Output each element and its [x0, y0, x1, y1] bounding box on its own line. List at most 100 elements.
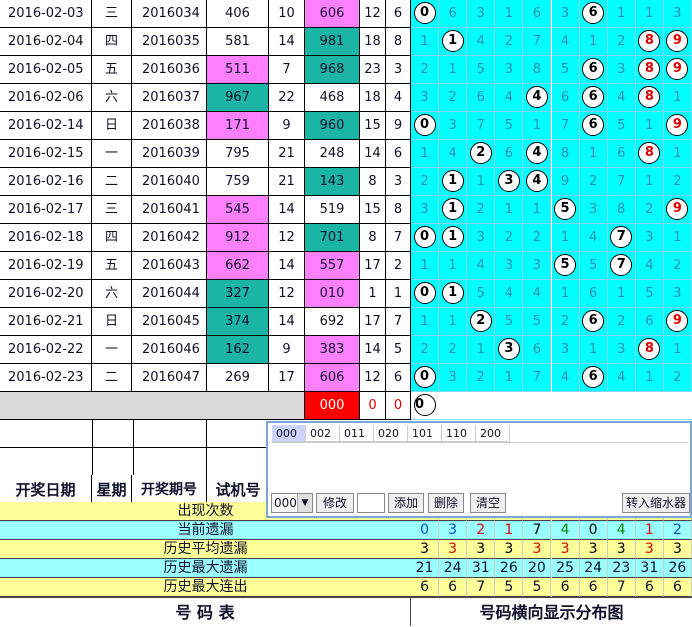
miss-count: 2	[476, 202, 485, 217]
dist-cell: 2	[663, 364, 692, 392]
add-button[interactable]: 添加	[388, 493, 424, 513]
row-trial-sum: 12	[269, 280, 305, 308]
hit-ball: 7	[610, 253, 633, 276]
miss-count: 1	[673, 342, 682, 357]
row-date: 2016-02-22	[0, 336, 92, 364]
delete-button[interactable]: 删除	[428, 493, 464, 513]
stats-value: 4	[607, 521, 636, 540]
row-sum: 15	[360, 196, 386, 224]
dist-cell: 4	[467, 252, 496, 280]
row-trial-sum: 14	[269, 196, 305, 224]
combo-select[interactable]: 000 ▼	[271, 493, 313, 513]
hit-ball: 8	[638, 85, 661, 108]
row-trial-sum: 21	[269, 168, 305, 196]
row-trial-sum: 22	[269, 84, 305, 112]
miss-count: 3	[448, 118, 457, 133]
dist-cell: 7	[467, 112, 496, 140]
row-issue: 2016044	[132, 280, 207, 308]
row-number: 143	[305, 168, 360, 196]
miss-count: 1	[617, 286, 626, 301]
combo-item[interactable]: 000	[272, 425, 306, 442]
shrink-button[interactable]: 转入缩水器	[622, 493, 690, 513]
stats-value: 3	[495, 540, 524, 559]
hit-ball: 6	[582, 309, 605, 332]
combo-item[interactable]: 110	[442, 425, 476, 442]
combo-item[interactable]: 002	[306, 425, 340, 442]
miss-count: 2	[448, 90, 457, 105]
table-row: 2016-02-21 日 2016045 374 14 692 17 7 1 1 2 5 5 2 6 2 6 9	[0, 308, 692, 336]
stats-row: 历史最大连出 6 6 7 5 5 6 6 7 6 6	[0, 578, 692, 597]
row-trial: 162	[207, 336, 269, 364]
dist-cell: 2	[663, 252, 692, 280]
dist-cell: 1	[607, 0, 636, 28]
dist-cell: 3	[551, 0, 580, 28]
stats-value: 7	[523, 521, 552, 540]
hit-ball: 1	[441, 225, 464, 248]
dist-cell: 6	[523, 0, 552, 28]
miss-count: 1	[589, 342, 598, 357]
hit-ball: 0	[413, 113, 436, 136]
row-date: 2016-02-18	[0, 224, 92, 252]
dist-cell: 9	[663, 308, 692, 336]
miss-count: 5	[504, 118, 513, 133]
row-sum: 8	[360, 168, 386, 196]
table-row: 2016-02-14 日 2016038 171 9 960 15 9 0 3 7 5 1 7 6 5 1 9	[0, 112, 692, 140]
miss-count: 1	[673, 146, 682, 161]
modify-button[interactable]: 修改	[316, 493, 354, 513]
row-issue: 2016047	[132, 364, 207, 392]
hit-ball: 6	[582, 113, 605, 136]
miss-count: 1	[504, 370, 513, 385]
miss-count: 3	[448, 370, 457, 385]
dist-cell: 5	[467, 56, 496, 84]
miss-count: 1	[476, 342, 485, 357]
row-span: 7	[386, 308, 411, 336]
miss-count: 3	[589, 202, 598, 217]
table-row: 2016-02-06 六 2016037 967 22 468 18 4 3 2 6 4 4 6 6 4 8 1	[0, 84, 692, 112]
dist-cell: 2	[467, 196, 496, 224]
miss-count: 5	[589, 258, 598, 273]
dist-cell: 9	[663, 196, 692, 224]
stats-value: 24	[579, 559, 608, 578]
miss-count: 2	[673, 174, 682, 189]
row-date: 2016-02-06	[0, 84, 92, 112]
row-date: 2016-02-20	[0, 280, 92, 308]
dist-cell: 0	[411, 224, 440, 252]
stats-value: 6	[439, 578, 468, 597]
chevron-down-icon[interactable]: ▼	[297, 494, 312, 512]
row-weekday: 日	[92, 112, 132, 140]
row-weekday: 日	[92, 308, 132, 336]
dist-cell: 1	[439, 28, 468, 56]
hit-ball: 6	[582, 57, 605, 80]
miss-count: 4	[504, 286, 513, 301]
miss-count: 1	[532, 118, 542, 133]
row-sum: 12	[360, 0, 386, 28]
dist-cell: 2	[607, 28, 636, 56]
combo-item[interactable]: 011	[340, 425, 374, 442]
miss-count: 6	[560, 90, 570, 105]
miss-count: 6	[448, 6, 457, 21]
dist-cell: 8	[635, 336, 664, 364]
dist-cell: 1	[551, 224, 580, 252]
miss-count: 7	[532, 34, 542, 49]
combo-item[interactable]: 020	[374, 425, 408, 442]
stats-value: 4	[551, 521, 580, 540]
combo-item[interactable]: 200	[476, 425, 510, 442]
dist-cell: 6	[579, 112, 608, 140]
stats-value: 3	[439, 540, 468, 559]
dist-cell: 1	[411, 28, 440, 56]
row-weekday: 二	[92, 364, 132, 392]
clear-button[interactable]: 清空	[470, 493, 506, 513]
row-trial: 171	[207, 112, 269, 140]
miss-count: 3	[420, 90, 429, 105]
row-span: 5	[386, 336, 411, 364]
combo-item[interactable]: 101	[408, 425, 442, 442]
value-input[interactable]	[357, 493, 385, 513]
miss-count: 1	[560, 230, 570, 245]
row-span: 3	[386, 56, 411, 84]
hit-ball: 1	[441, 169, 464, 192]
miss-count: 1	[560, 286, 570, 301]
hit-ball: 6	[582, 1, 605, 24]
miss-count: 2	[420, 174, 429, 189]
table-row: 2016-02-17 三 2016041 545 14 519 15 8 3 1 2 1 1 5 3 8 2 9	[0, 196, 692, 224]
row-weekday: 一	[92, 336, 132, 364]
